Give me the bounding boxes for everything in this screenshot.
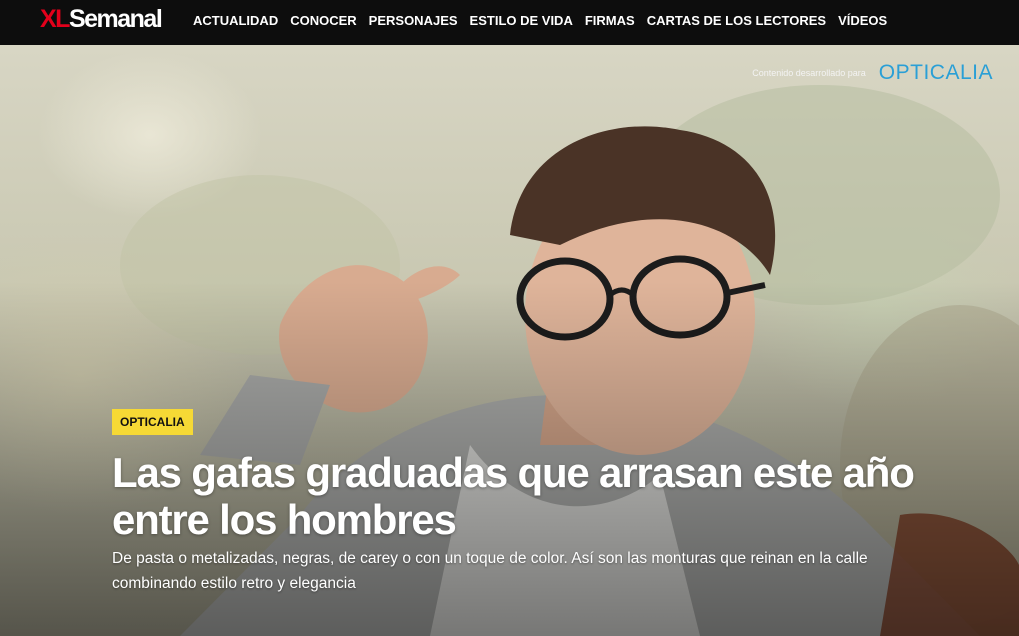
nav-item-estilo-de-vida[interactable]: ESTILO DE VIDA [470,13,573,29]
opticalia-logo[interactable]: OPTICALIA [879,61,993,85]
site-logo[interactable]: XLSemanal [40,4,163,38]
top-navbar: XLSemanal ACTUALIDAD CONOCER PERSONAJES … [0,0,1019,45]
nav-item-cartas-lectores[interactable]: CARTAS DE LOS LECTORES [647,13,826,29]
article-headline[interactable]: Las gafas graduadas que arrasan este año… [112,449,972,543]
logo-xl: XL [40,5,70,33]
nav-item-actualidad[interactable]: ACTUALIDAD [193,13,278,29]
nav-item-firmas[interactable]: FIRMAS [585,13,635,29]
nav-item-conocer[interactable]: CONOCER [290,13,356,29]
main-nav: ACTUALIDAD CONOCER PERSONAJES ESTILO DE … [193,13,899,29]
section-tag[interactable]: OPTICALIA [112,409,193,435]
logo-semanal: Semanal [68,5,163,33]
hero-banner[interactable]: Contenido desarrollado para OPTICALIA OP… [0,45,1019,636]
sponsor-text: Contenido desarrollado para [752,68,866,78]
nav-item-personajes[interactable]: PERSONAJES [369,13,458,29]
sponsor-block: Contenido desarrollado para OPTICALIA [752,61,993,85]
article-subtitle: De pasta o metalizadas, negras, de carey… [112,550,868,592]
nav-item-videos[interactable]: VÍDEOS [838,13,887,29]
